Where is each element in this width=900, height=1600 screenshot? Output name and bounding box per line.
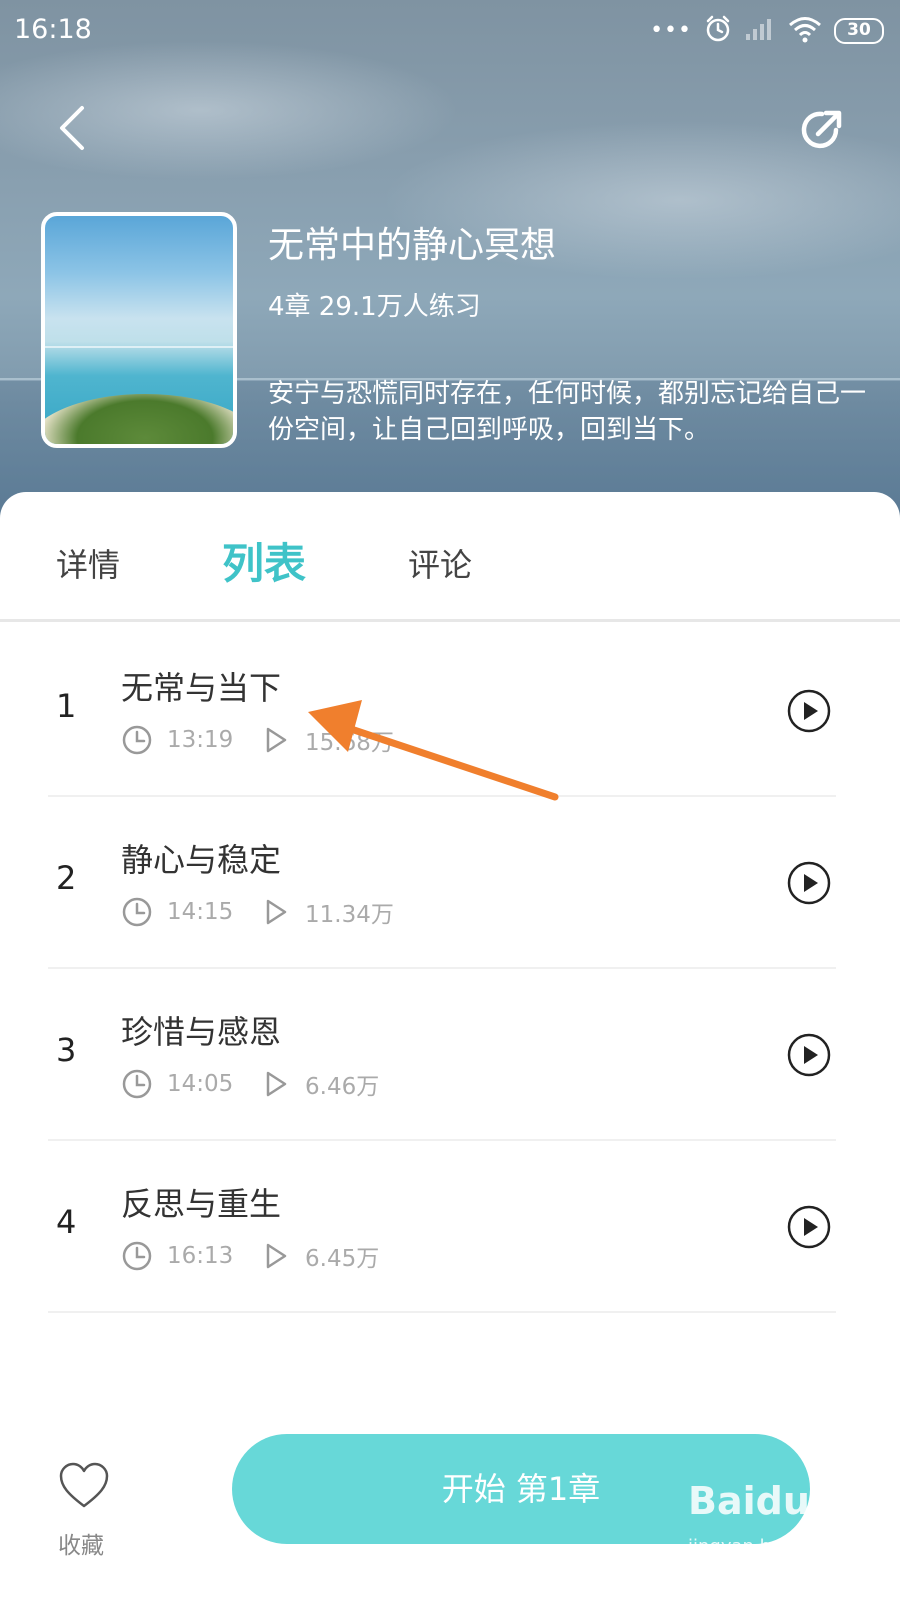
chapter-row[interactable]: 3 珍惜与感恩 14:05 6.46万 [0, 969, 900, 1141]
chapter-plays: 11.34万 [305, 902, 394, 928]
back-button[interactable] [48, 98, 94, 158]
chapter-title: 珍惜与感恩 [121, 1013, 282, 1051]
chapter-title: 无常与当下 [121, 669, 282, 707]
baidu-watermark: Baidu经验 jingyan.baidu.com [688, 1470, 888, 1580]
status-icons: ••• 30 [650, 14, 884, 48]
chapter-duration: 13:19 [167, 727, 234, 753]
play-circle-icon [787, 689, 831, 733]
chapter-meta: 13:19 15.68万 [121, 723, 394, 757]
chapter-meta: 14:15 11.34万 [121, 895, 394, 929]
status-time: 16:18 [14, 14, 92, 45]
play-count-icon [259, 896, 291, 928]
tab-comments[interactable]: 评论 [408, 540, 472, 586]
favorite-label: 收藏 [58, 1533, 104, 1559]
clock-icon [121, 896, 153, 928]
chapter-plays: 15.68万 [305, 730, 394, 756]
chapter-title: 反思与重生 [121, 1185, 282, 1223]
chapter-number: 3 [56, 1031, 77, 1069]
play-circle-icon [787, 861, 831, 905]
battery-indicator: 30 [834, 18, 884, 44]
row-divider [48, 1311, 836, 1313]
chapter-duration: 14:15 [167, 899, 234, 925]
share-icon [801, 110, 842, 149]
back-arrow-icon [60, 106, 84, 150]
chapter-duration: 16:13 [167, 1243, 234, 1269]
chapter-row[interactable]: 2 静心与稳定 14:15 11.34万 [0, 797, 900, 969]
play-count-icon [259, 1068, 291, 1100]
heart-icon [59, 1462, 109, 1508]
chapter-number: 2 [56, 859, 77, 897]
play-button[interactable] [786, 1032, 832, 1078]
play-button[interactable] [786, 860, 832, 906]
chapter-plays: 6.45万 [305, 1246, 380, 1272]
course-title: 无常中的静心冥想 [268, 225, 557, 266]
play-button[interactable] [786, 1204, 832, 1250]
play-circle-icon [787, 1205, 831, 1249]
more-dots-icon: ••• [650, 18, 692, 43]
chapter-row[interactable]: 4 反思与重生 16:13 6.45万 [0, 1141, 900, 1313]
clock-icon [121, 1068, 153, 1100]
watermark-url: jingyan.baidu.com [688, 1536, 855, 1557]
tab-details[interactable]: 详情 [56, 540, 120, 586]
wifi-icon [788, 15, 822, 47]
tab-bar: 详情 列表 评论 [0, 492, 900, 622]
clock-icon [121, 1240, 153, 1272]
chapter-list: 1 无常与当下 13:19 15.68万 2 静心与稳定 14:15 11.34… [0, 625, 900, 1313]
play-circle-icon [787, 1033, 831, 1077]
chapter-meta: 14:05 6.46万 [121, 1067, 379, 1101]
tab-list[interactable]: 列表 [222, 530, 306, 591]
clock-icon [121, 724, 153, 756]
chapter-meta: 16:13 6.45万 [121, 1239, 379, 1273]
chapter-row[interactable]: 1 无常与当下 13:19 15.68万 [0, 625, 900, 797]
signal-icon [744, 16, 776, 46]
course-description: 安宁与恐慌同时存在，任何时候，都别忘记给自己一份空间，让自己回到呼吸，回到当下。 [268, 379, 867, 445]
chapter-number: 1 [56, 687, 77, 725]
watermark-logo: Baidu经验 [688, 1479, 886, 1523]
chapter-plays: 6.46万 [305, 1074, 380, 1100]
course-meta: 4章 29.1万人练习 [268, 292, 481, 322]
share-button[interactable] [796, 104, 848, 156]
play-count-icon [259, 1240, 291, 1272]
chapter-title: 静心与稳定 [121, 841, 282, 879]
status-bar: 16:18 ••• 30 [0, 0, 900, 62]
play-button[interactable] [786, 688, 832, 734]
course-cover-image [41, 212, 237, 448]
play-count-icon [259, 724, 291, 756]
favorite-button[interactable]: 收藏 [48, 1440, 120, 1559]
chapter-duration: 14:05 [167, 1071, 234, 1097]
alarm-icon [704, 15, 732, 47]
chapter-number: 4 [56, 1203, 77, 1241]
